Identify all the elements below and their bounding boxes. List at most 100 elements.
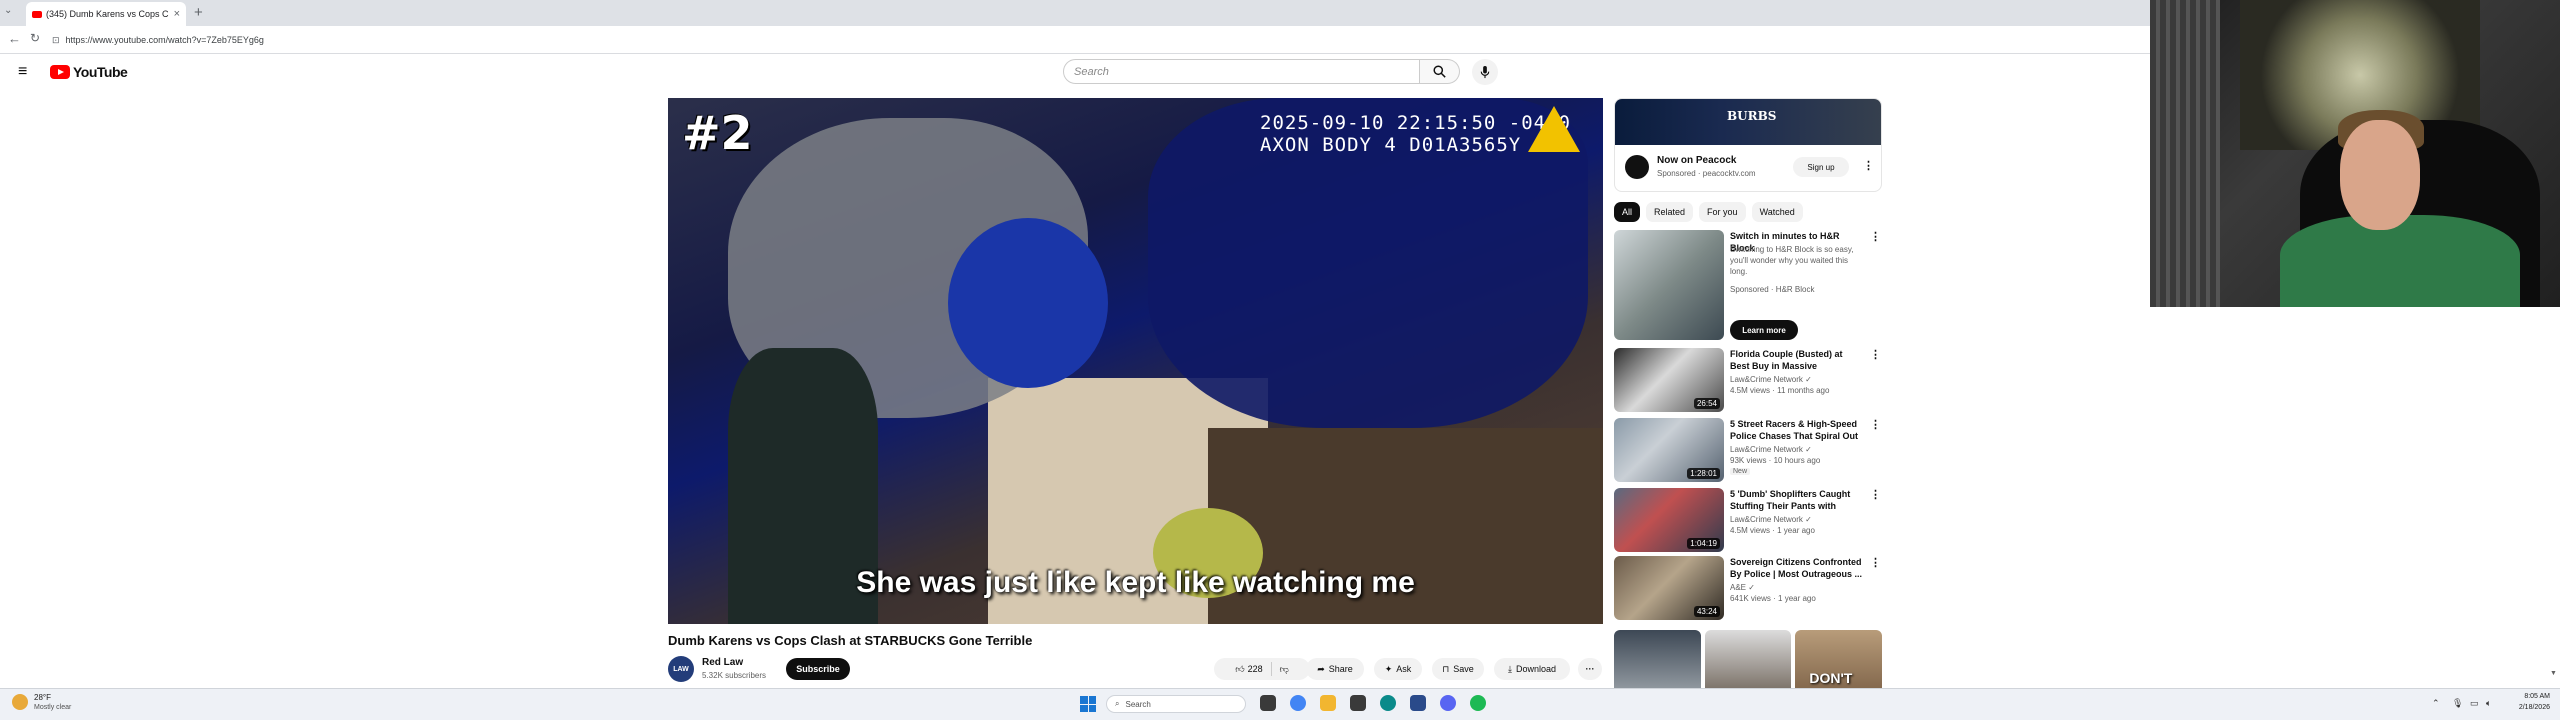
more-vert-icon[interactable]: ⋮ [1870, 230, 1881, 243]
weather-description: Mostly clear [34, 704, 72, 711]
more-vert-icon[interactable]: ⋮ [1870, 488, 1881, 501]
mic-icon[interactable]: 🎙︎ [2452, 698, 2463, 709]
address-bar[interactable]: ⊡ https://www.youtube.com/watch?v=7Zeb75… [52, 31, 1952, 49]
thumbs-down-icon: 👎︎ [1279, 663, 1289, 674]
tab-title: (345) Dumb Karens vs Cops C [46, 9, 169, 19]
more-vert-icon[interactable]: ⋮ [1870, 348, 1881, 361]
search-input[interactable]: Search [1063, 59, 1420, 84]
video-thumbnail[interactable]: 26:54 [1614, 348, 1724, 412]
spotify-icon[interactable] [1470, 695, 1486, 711]
save-button[interactable]: ⊓ Save [1432, 658, 1484, 680]
channel-avatar[interactable]: LAW [668, 656, 694, 682]
ad-more-icon[interactable]: ⋮ [1863, 159, 1874, 172]
video-player[interactable]: #2 2025-09-10 22:15:50 -0400 AXON BODY 4… [668, 98, 1603, 624]
ask-button[interactable]: ✦ Ask [1374, 658, 1422, 680]
browser-tabstrip [0, 0, 2150, 26]
short-thumbnail[interactable]: DON'T [1795, 630, 1882, 688]
ad-card[interactable]: BURBS Now on Peacock Sponsored · peacock… [1614, 98, 1882, 192]
chip-for-you[interactable]: For you [1699, 202, 1746, 222]
video-meta: 641K views · 1 year ago [1730, 594, 1816, 603]
video-title-link[interactable]: Florida Couple (Busted) at Best Buy in M… [1730, 348, 1864, 372]
weather-icon[interactable] [12, 694, 28, 710]
close-icon[interactable]: × [174, 8, 180, 20]
chip-all[interactable]: All [1614, 202, 1641, 222]
share-button[interactable]: ➦ Share [1306, 658, 1364, 680]
app-icon[interactable] [1350, 695, 1366, 711]
app-icon[interactable] [1410, 695, 1426, 711]
video-channel[interactable]: Law&Crime Network ✓ [1730, 514, 1812, 525]
ad-banner-text: BURBS [1727, 109, 1777, 123]
video-channel[interactable]: A&E ✓ [1730, 582, 1755, 593]
learn-more-button[interactable]: Learn more [1730, 320, 1798, 340]
back-icon[interactable]: ← [8, 31, 21, 46]
share-icon: ➦ [1317, 663, 1325, 674]
chip-related[interactable]: Related [1646, 202, 1694, 222]
windows-start-icon[interactable] [1080, 696, 1096, 712]
volume-icon[interactable]: 🔈︎ [2486, 698, 2491, 709]
video-channel[interactable]: Law&Crime Network ✓ [1730, 444, 1812, 455]
new-badge: New [1730, 468, 1751, 475]
video-thumbnail[interactable]: 1:04:19 [1614, 488, 1724, 552]
more-vert-icon[interactable]: ⋮ [1870, 418, 1881, 431]
chrome-icon[interactable] [1290, 695, 1306, 711]
channel-name[interactable]: Red Law [702, 657, 743, 668]
ad-avatar [1625, 155, 1649, 179]
recommended-video[interactable]: 1:04:19 5 'Dumb' Shoplifters Caught Stuf… [1614, 488, 1882, 552]
video-frame-glove [948, 218, 1108, 388]
share-label: Share [1328, 664, 1353, 674]
more-vert-icon[interactable]: ⋮ [1870, 556, 1881, 569]
video-channel[interactable]: Law&Crime Network ✓ [1730, 374, 1812, 385]
video-title-link[interactable]: 5 Street Racers & High-Speed Police Chas… [1730, 418, 1864, 442]
weather-temperature: 28°F [34, 693, 51, 702]
promo-thumbnail[interactable] [1614, 230, 1724, 340]
promo-sponsor: Sponsored · H&R Block [1730, 285, 1815, 294]
reload-icon[interactable]: ↻ [30, 31, 40, 45]
plus-icon[interactable]: + [194, 4, 203, 21]
video-rank-badge: #2 [682, 106, 753, 160]
chevron-up-icon[interactable]: ⌃ [2432, 698, 2440, 709]
short-thumbnail[interactable] [1704, 630, 1792, 688]
tab-list-icon[interactable]: ⌄ [4, 5, 12, 16]
discord-icon[interactable] [1440, 695, 1456, 711]
bodycam-timestamp: 2025-09-10 22:15:50 -0400 [1260, 112, 1571, 134]
dislike-button[interactable]: 👎︎ [1280, 664, 1289, 675]
more-actions-button[interactable]: ··· [1578, 658, 1602, 680]
clock-time[interactable]: 8:05 AM [2500, 693, 2550, 700]
edge-icon[interactable] [1380, 695, 1396, 711]
video-meta: 93K views · 10 hours ago [1730, 456, 1821, 465]
video-thumbnail[interactable]: 43:24 [1614, 556, 1724, 620]
ad-title[interactable]: Now on Peacock [1657, 155, 1736, 166]
ad-signup-button[interactable]: Sign up [1793, 157, 1849, 177]
youtube-logo[interactable]: YouTube [50, 64, 128, 80]
voice-search-button[interactable] [1472, 59, 1498, 85]
file-explorer-icon[interactable] [1320, 695, 1336, 711]
taskbar-search[interactable]: ⌕ Search [1106, 695, 1246, 713]
search-icon: ⌕ [1115, 699, 1120, 708]
promoted-video[interactable]: Switch in minutes to H&R Block Switching… [1614, 230, 1882, 340]
thumbs-up-icon: 👍︎ [1235, 663, 1245, 674]
network-icon[interactable]: ▭ [2470, 698, 2479, 709]
task-view-icon[interactable] [1260, 695, 1276, 711]
video-thumbnail[interactable]: 1:28:01 [1614, 418, 1724, 482]
recommended-video[interactable]: 1:28:01 5 Street Racers & High-Speed Pol… [1614, 418, 1882, 482]
search-button[interactable] [1420, 59, 1460, 84]
subscribe-button[interactable]: Subscribe [786, 658, 850, 680]
youtube-play-icon [50, 65, 70, 79]
download-button[interactable]: ⤓ Download [1494, 658, 1570, 680]
promo-description: Switching to H&R Block is so easy, you'l… [1730, 245, 1854, 276]
scroll-down-icon[interactable]: ▼ [2550, 670, 2557, 677]
clock-date[interactable]: 2/18/2026 [2500, 704, 2550, 711]
ad-sponsored-label: Sponsored · peacocktv.com [1657, 169, 1756, 178]
shorts-row: DON'T [1614, 630, 1882, 688]
like-button[interactable]: 👍︎ 228 [1235, 664, 1262, 675]
site-info-icon[interactable]: ⊡ [52, 35, 60, 46]
recommended-video[interactable]: 26:54 Florida Couple (Busted) at Best Bu… [1614, 348, 1882, 412]
chip-watched[interactable]: Watched [1751, 202, 1803, 222]
download-label: Download [1515, 664, 1556, 674]
menu-icon[interactable]: ≡ [18, 63, 27, 81]
video-title-link[interactable]: 5 'Dumb' Shoplifters Caught Stuffing The… [1730, 488, 1864, 512]
browser-tab-active[interactable]: (345) Dumb Karens vs Cops C × [26, 2, 186, 26]
short-thumbnail[interactable] [1614, 630, 1701, 688]
recommended-video[interactable]: 43:24 Sovereign Citizens Confronted By P… [1614, 556, 1882, 620]
video-title-link[interactable]: Sovereign Citizens Confronted By Police … [1730, 556, 1864, 580]
